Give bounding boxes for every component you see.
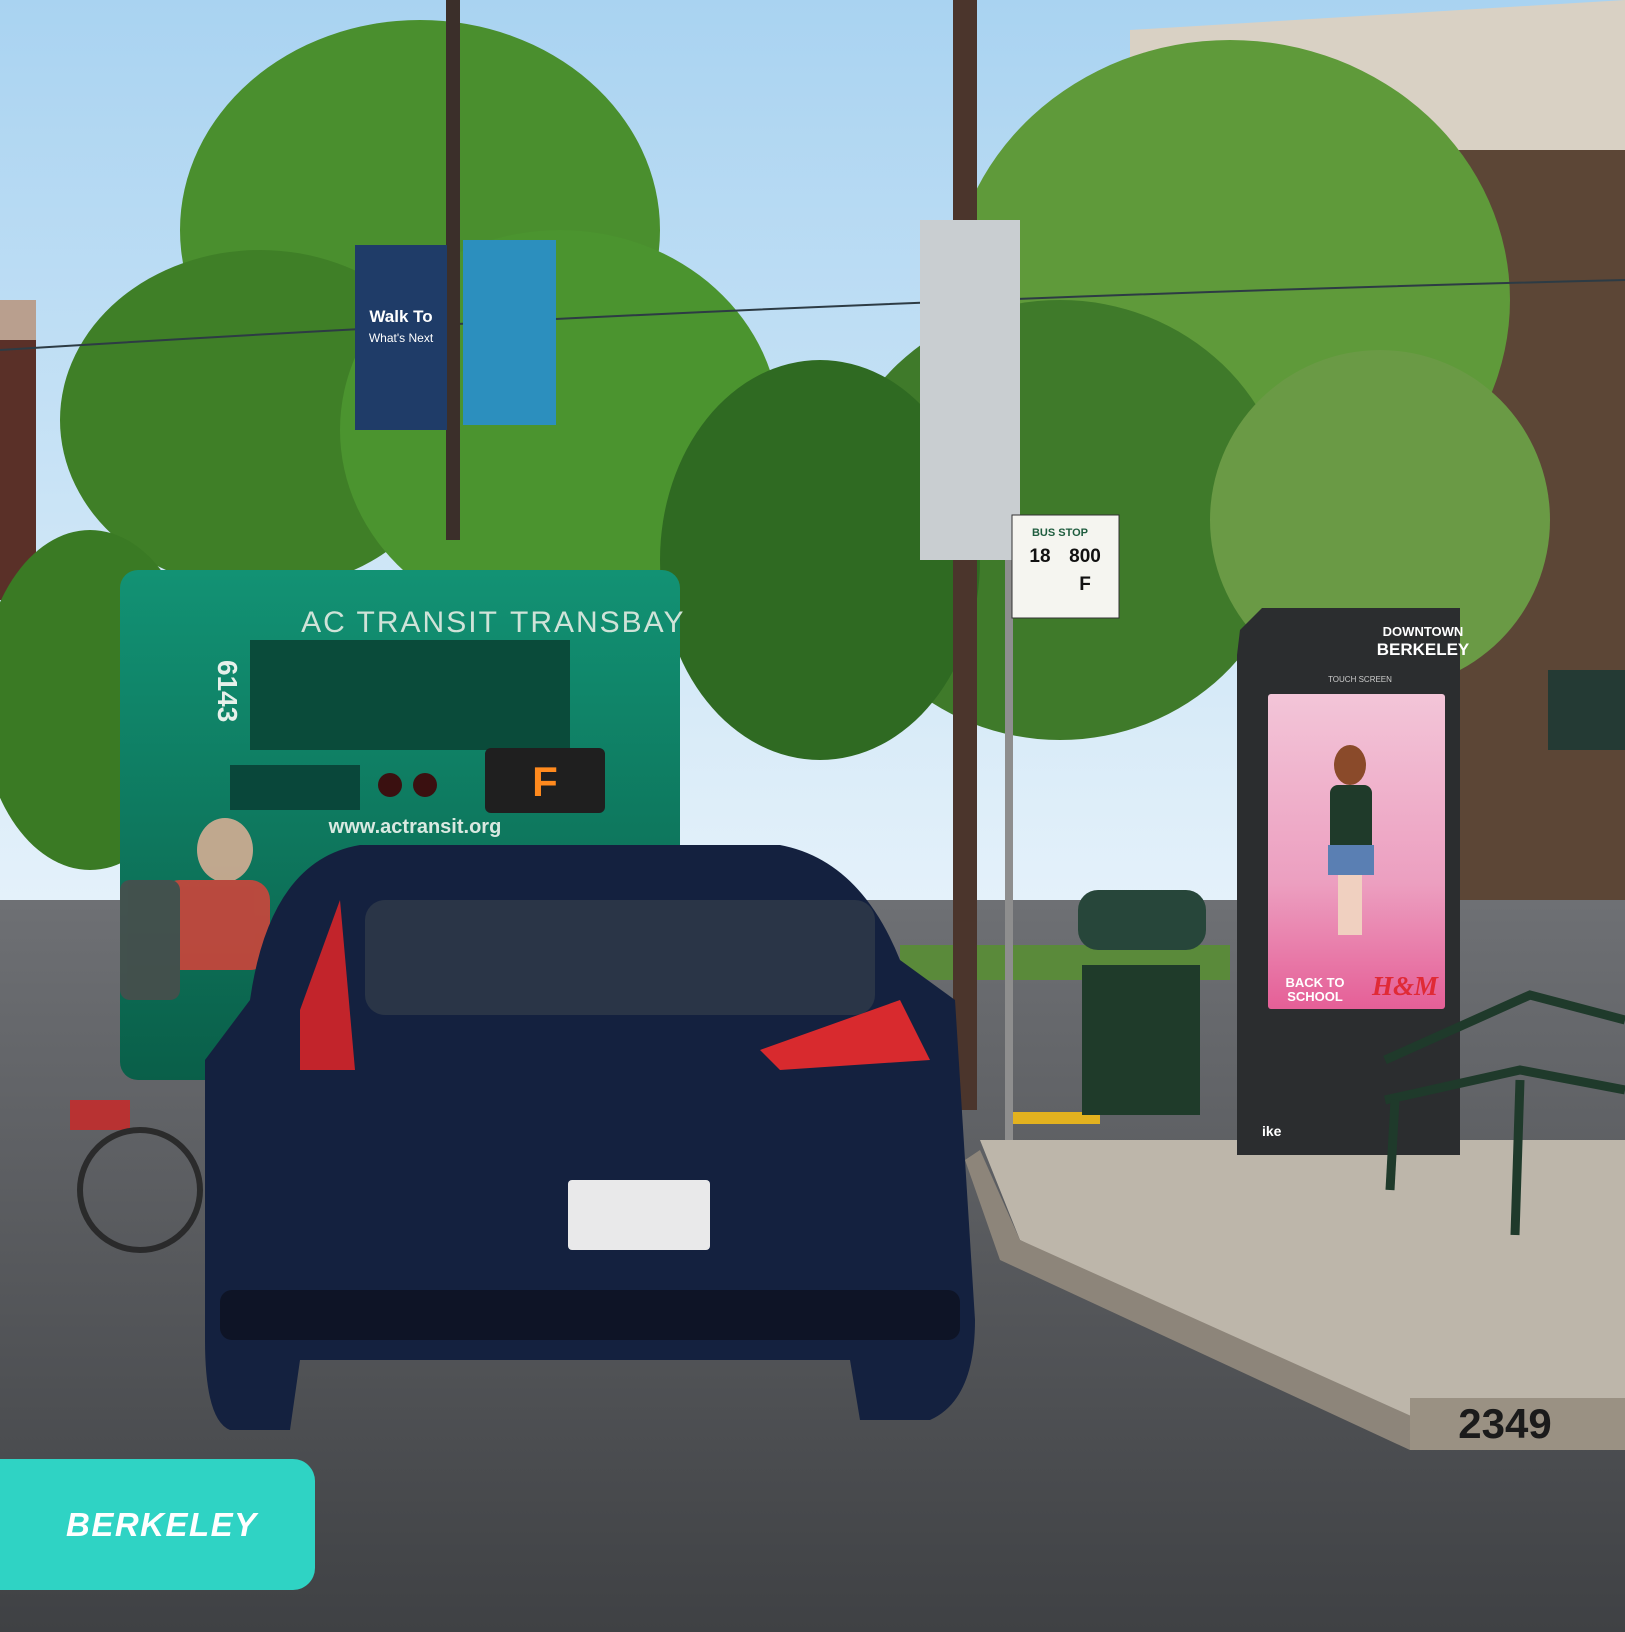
bus-light-left bbox=[378, 773, 402, 797]
suv-rear-window bbox=[365, 900, 875, 1015]
ad-brand: H&M bbox=[1371, 971, 1439, 1001]
bus-website: www.actransit.org bbox=[328, 816, 502, 838]
bus-stop-route-a: 18 bbox=[1029, 546, 1050, 567]
trash-can bbox=[1082, 965, 1200, 1115]
curb-number: 2349 bbox=[1458, 1400, 1551, 1447]
street-photo: Walk To What's Next BUS STOP 18 800 F AC… bbox=[0, 0, 1625, 1632]
kiosk-brand: ike bbox=[1262, 1123, 1282, 1139]
photo-frame: Walk To What's Next BUS STOP 18 800 F AC… bbox=[0, 0, 1625, 1632]
banner-line2: What's Next bbox=[369, 331, 434, 345]
ad-headline-2: SCHOOL bbox=[1287, 989, 1343, 1004]
license-plate bbox=[568, 1180, 710, 1250]
street-sign-back bbox=[920, 220, 1020, 560]
bus-operator: AC TRANSIT bbox=[301, 606, 499, 639]
ad-headline-1: BACK TO bbox=[1286, 975, 1345, 990]
left-tower bbox=[0, 300, 36, 600]
suv-bumper bbox=[220, 1290, 960, 1340]
ad-model-body bbox=[1330, 785, 1372, 855]
bus-stop-route-b: 800 bbox=[1069, 546, 1101, 567]
ad-model-skirt bbox=[1328, 845, 1374, 875]
bus-route-type: TRANSBAY bbox=[510, 606, 685, 639]
light-pole-left bbox=[446, 0, 460, 540]
kiosk-line2: BERKELEY bbox=[1377, 640, 1470, 659]
location-badge-label: BERKELEY bbox=[66, 1505, 258, 1543]
location-badge: BERKELEY bbox=[0, 1459, 315, 1590]
kiosk-touch: TOUCH SCREEN bbox=[1328, 675, 1392, 684]
bus-stop-title: BUS STOP bbox=[1032, 527, 1088, 539]
banner-line1: Walk To bbox=[369, 307, 432, 326]
bus-route-letter: F bbox=[532, 758, 558, 805]
kiosk-line1: DOWNTOWN bbox=[1383, 624, 1464, 639]
awning bbox=[1548, 670, 1625, 750]
bus-stop-route-c: F bbox=[1079, 574, 1091, 595]
left-tower-cap bbox=[0, 300, 36, 340]
ad-model-legs bbox=[1338, 875, 1362, 935]
ad-model-head bbox=[1334, 745, 1366, 785]
trash-can-lid bbox=[1078, 890, 1206, 950]
bus-grille bbox=[230, 765, 360, 810]
bus-rear-window bbox=[250, 640, 570, 750]
bus-light-right bbox=[413, 773, 437, 797]
banner-books bbox=[463, 240, 556, 425]
bus-fleet-number: 6143 bbox=[212, 660, 243, 722]
